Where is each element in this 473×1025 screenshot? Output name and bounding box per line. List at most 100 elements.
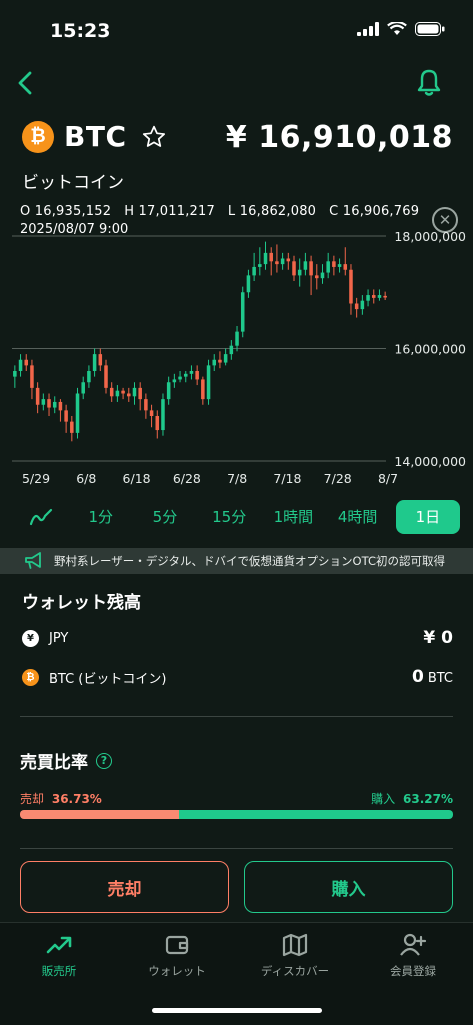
chart-candle bbox=[240, 286, 245, 338]
btc-small-icon: ₿ bbox=[22, 668, 39, 686]
timeframe-1min[interactable]: 1分 bbox=[69, 500, 133, 534]
help-icon[interactable]: ? bbox=[96, 752, 112, 769]
chart-candle bbox=[127, 387, 131, 402]
chart-candle bbox=[30, 359, 34, 400]
chart-candle-body bbox=[360, 300, 365, 310]
buy-ratio-label: 購入 bbox=[371, 792, 396, 806]
divider bbox=[20, 716, 453, 717]
chart-candle-body bbox=[263, 252, 268, 265]
line-chart-icon bbox=[30, 508, 53, 526]
timeframe-15min[interactable]: 15分 bbox=[197, 500, 261, 534]
megaphone-icon bbox=[25, 552, 41, 569]
chart-candle-body bbox=[252, 266, 256, 276]
wallet-row-jpy[interactable]: ¥ JPY ¥ 0 bbox=[22, 625, 453, 651]
chart-candle-body bbox=[166, 382, 171, 400]
timeframe-5min[interactable]: 5分 bbox=[133, 500, 197, 534]
chart-candle bbox=[258, 247, 262, 276]
btc-logo-icon: ₿ bbox=[22, 120, 54, 153]
chart-candle-body bbox=[366, 295, 370, 301]
chart-candle bbox=[195, 365, 199, 386]
status-icons bbox=[357, 22, 445, 36]
chart-candle bbox=[383, 291, 387, 301]
chart-candle bbox=[252, 252, 256, 281]
timeframe-1hour[interactable]: 1時間 bbox=[261, 500, 325, 534]
chart-x-tick-label: 8/7 bbox=[378, 471, 398, 486]
chart-candle bbox=[371, 289, 376, 304]
chart-candle bbox=[263, 241, 268, 270]
nav-item-discover[interactable]: ディスカバー bbox=[240, 933, 350, 979]
back-arrow-icon[interactable] bbox=[10, 68, 40, 98]
chart-candle bbox=[354, 297, 359, 318]
chart-candle-body bbox=[246, 275, 251, 293]
chart-candle bbox=[121, 387, 125, 400]
candlestick-chart[interactable]: 18,000,000 16,000,000 14,000,000 5/29 6/8 6/… bbox=[0, 225, 473, 490]
nav-label-wallet: ウォレット bbox=[148, 964, 206, 978]
chart-y-tick-label: 18,000,000 bbox=[394, 229, 466, 244]
chart-candle-body bbox=[349, 269, 353, 304]
chart-candle-body bbox=[258, 264, 262, 267]
chart-candle bbox=[18, 354, 23, 377]
chart-candle-body bbox=[127, 393, 131, 397]
ratio-bar-sell bbox=[20, 810, 180, 819]
chart-candle-body bbox=[178, 376, 182, 380]
chart-candle-body bbox=[13, 371, 17, 377]
chart-candle bbox=[41, 393, 46, 411]
chart-candle-body bbox=[286, 258, 291, 262]
chart-candle-body bbox=[292, 261, 296, 276]
chart-candle bbox=[218, 351, 222, 369]
wallet-row-btc[interactable]: ₿ BTC (ビットコイン) 0 BTC bbox=[22, 664, 453, 690]
chart-candle bbox=[172, 373, 177, 388]
chart-candle bbox=[189, 365, 194, 380]
chart-candle bbox=[47, 393, 51, 416]
chart-candle-body bbox=[297, 269, 302, 276]
chart-candle-body bbox=[206, 365, 211, 400]
ratio-bar-buy bbox=[179, 810, 453, 819]
chart-candle bbox=[24, 354, 29, 371]
line-chart-toggle[interactable] bbox=[14, 508, 69, 526]
coin-symbol: BTC bbox=[64, 120, 127, 153]
chart-candle-body bbox=[235, 331, 239, 346]
nav-item-signup[interactable]: 会員登録 bbox=[358, 933, 468, 979]
battery-icon bbox=[415, 22, 445, 36]
chart-candle-body bbox=[183, 373, 188, 377]
wallet-label-btc: BTC (ビットコイン) bbox=[49, 671, 167, 687]
wallet-amount-btc-unit: BTC bbox=[427, 671, 453, 686]
star-icon[interactable] bbox=[141, 124, 167, 150]
sell-ratio-value: 36.73% bbox=[51, 792, 102, 806]
chart-y-tick-label: 16,000,000 bbox=[394, 342, 466, 357]
home-indicator bbox=[152, 1008, 322, 1013]
chart-candle-body bbox=[52, 401, 57, 408]
nav-item-sales[interactable]: 販売所 bbox=[4, 933, 114, 979]
chart-candle-body bbox=[138, 387, 142, 400]
chart-x-tick-label: 6/8 bbox=[76, 471, 96, 486]
nav-item-wallet[interactable]: ウォレット bbox=[122, 933, 232, 979]
timeframe-1day[interactable]: 1日 bbox=[395, 500, 460, 534]
chart-candle bbox=[332, 255, 336, 276]
coin-name: ビットコイン bbox=[22, 173, 124, 193]
bell-icon[interactable] bbox=[415, 68, 443, 98]
chart-candle bbox=[377, 289, 382, 301]
buy-button[interactable]: 購入 bbox=[244, 861, 453, 913]
news-banner[interactable]: 野村系レーザー・デジタル、ドバイで仮想通貨オプションOTC初の認可取得 bbox=[0, 548, 473, 574]
chart-candle bbox=[343, 247, 348, 276]
chart-candle bbox=[64, 404, 68, 433]
wallet-amount-btc: 0 BTC bbox=[412, 667, 453, 687]
chart-candle bbox=[87, 365, 91, 388]
chart-x-tick-label: 7/8 bbox=[227, 471, 247, 486]
trend-up-icon bbox=[46, 936, 72, 954]
chart-candle bbox=[144, 393, 148, 419]
timeframe-4hour[interactable]: 4時間 bbox=[326, 500, 390, 534]
chart-candle bbox=[161, 393, 165, 436]
chart-candle bbox=[138, 382, 142, 411]
chart-candle bbox=[166, 376, 171, 405]
chart-candle-body bbox=[132, 387, 137, 397]
coin-header: ₿ BTC bbox=[22, 120, 167, 153]
chart-candle bbox=[35, 382, 40, 414]
chart-candle-body bbox=[87, 371, 91, 383]
nav-label-signup: 会員登録 bbox=[390, 964, 436, 978]
current-price: ¥ 16,910,018 bbox=[225, 120, 453, 155]
chart-candle-body bbox=[343, 264, 348, 270]
chart-candle-body bbox=[58, 401, 63, 411]
chart-candle-body bbox=[121, 390, 125, 394]
sell-button[interactable]: 売却 bbox=[20, 861, 229, 913]
